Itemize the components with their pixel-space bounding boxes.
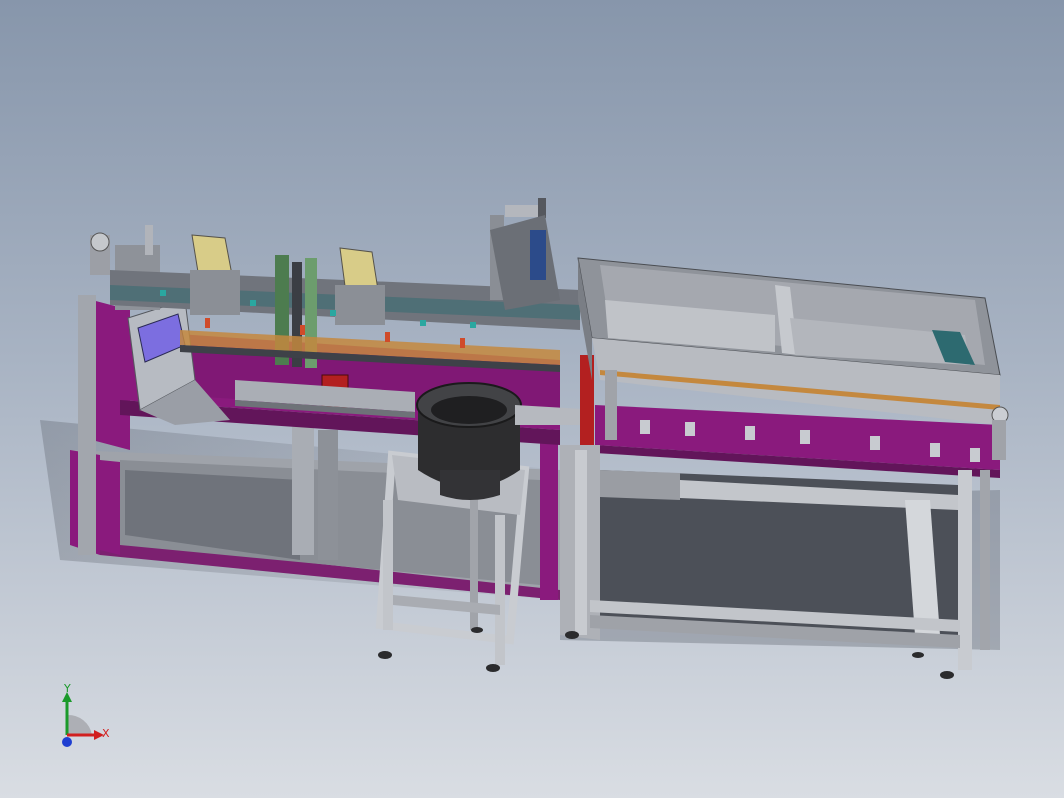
z-axis-marker bbox=[62, 737, 72, 747]
right-conveyor-unit[interactable] bbox=[560, 257, 1009, 679]
machine-assembly-model[interactable] bbox=[0, 0, 1064, 798]
cad-graphics-area[interactable]: X Y bbox=[0, 0, 1064, 798]
y-axis-label: Y bbox=[63, 682, 71, 695]
view-orientation-triad[interactable]: X Y bbox=[52, 680, 122, 760]
triad-background-shape bbox=[67, 714, 92, 735]
x-axis-label: X bbox=[102, 727, 110, 740]
